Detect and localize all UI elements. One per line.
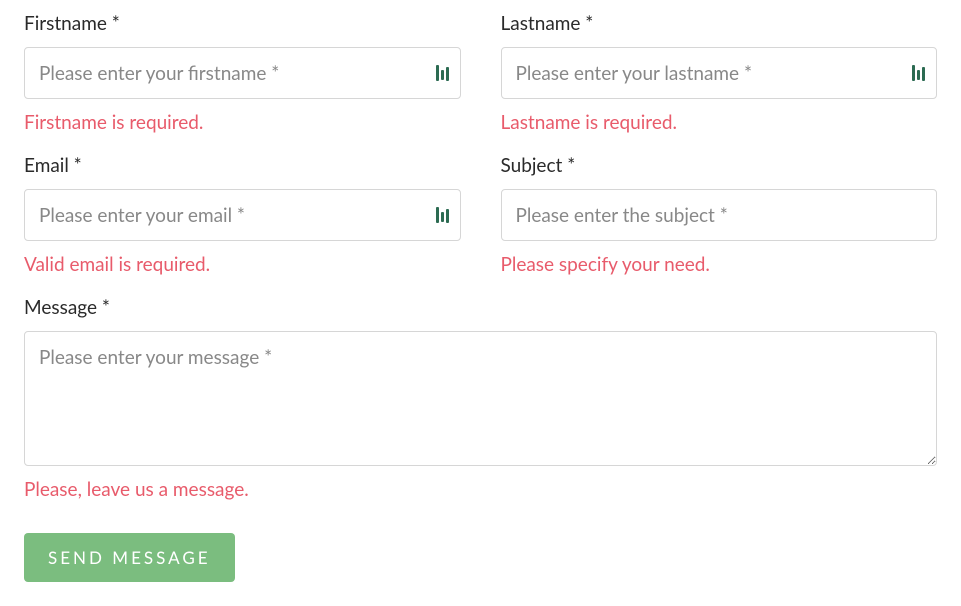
firstname-input[interactable] (24, 47, 461, 99)
subject-error: Please specify your need. (501, 253, 938, 276)
subject-input-wrap (501, 189, 938, 241)
send-message-button[interactable]: SEND MESSAGE (24, 533, 235, 582)
lastname-error: Lastname is required. (501, 111, 938, 134)
subject-label: Subject * (501, 154, 938, 177)
group-email: Email * Valid email is required. (24, 154, 461, 276)
message-label: Message * (24, 296, 937, 319)
firstname-input-wrap (24, 47, 461, 99)
row-email-subject: Email * Valid email is required. Subject… (24, 154, 937, 276)
email-error: Valid email is required. (24, 253, 461, 276)
row-name: Firstname * Firstname is required. Lastn… (24, 12, 937, 134)
lastname-label: Lastname * (501, 12, 938, 35)
subject-input[interactable] (501, 189, 938, 241)
group-lastname: Lastname * Lastname is required. (501, 12, 938, 134)
email-label: Email * (24, 154, 461, 177)
message-error: Please, leave us a message. (24, 478, 937, 501)
firstname-error: Firstname is required. (24, 111, 461, 134)
group-firstname: Firstname * Firstname is required. (24, 12, 461, 134)
lastname-input[interactable] (501, 47, 938, 99)
lastname-input-wrap (501, 47, 938, 99)
email-input[interactable] (24, 189, 461, 241)
group-subject: Subject * Please specify your need. (501, 154, 938, 276)
group-message: Message * Please, leave us a message. (24, 296, 937, 501)
email-input-wrap (24, 189, 461, 241)
firstname-label: Firstname * (24, 12, 461, 35)
contact-form: Firstname * Firstname is required. Lastn… (24, 12, 937, 582)
message-textarea[interactable] (24, 331, 937, 466)
